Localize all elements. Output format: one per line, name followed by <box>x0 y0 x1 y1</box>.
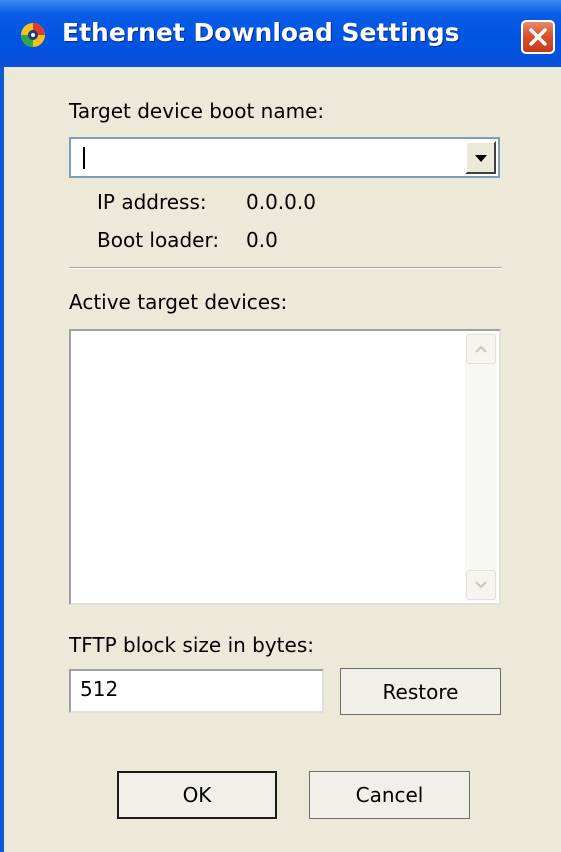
scroll-up-icon <box>475 345 487 353</box>
boot-name-combobox[interactable] <box>69 137 500 178</box>
ip-address-label: IP address: <box>97 190 207 214</box>
close-icon <box>529 28 547 46</box>
cancel-button-label: Cancel <box>355 783 424 807</box>
ok-button[interactable]: OK <box>117 771 277 819</box>
separator <box>69 267 502 269</box>
scroll-down-icon <box>475 581 487 589</box>
scroll-up-button[interactable] <box>466 334 496 364</box>
restore-button-label: Restore <box>382 679 459 704</box>
title-bar[interactable]: Ethernet Download Settings <box>0 0 561 67</box>
text-caret <box>83 147 85 169</box>
restore-button[interactable]: Restore <box>340 668 501 715</box>
combo-dropdown-button[interactable] <box>465 141 496 174</box>
boot-loader-label: Boot loader: <box>97 228 220 252</box>
tftp-block-size-input[interactable]: 512 <box>69 669 324 713</box>
active-devices-list[interactable] <box>69 329 501 605</box>
active-devices-label: Active target devices: <box>69 290 288 314</box>
window-frame-left <box>0 67 4 852</box>
cancel-button[interactable]: Cancel <box>309 771 470 819</box>
scroll-down-button[interactable] <box>466 570 496 600</box>
tftp-block-size-label: TFTP block size in bytes: <box>69 633 314 657</box>
boot-loader-value: 0.0 <box>246 228 278 252</box>
app-icon <box>21 23 45 47</box>
ip-address-value: 0.0.0.0 <box>246 190 316 214</box>
close-button[interactable] <box>521 20 555 54</box>
chevron-down-icon <box>474 154 487 162</box>
boot-name-label: Target device boot name: <box>69 99 325 123</box>
window-title: Ethernet Download Settings <box>62 18 460 47</box>
ok-button-label: OK <box>182 783 212 807</box>
vertical-scrollbar[interactable] <box>465 333 497 601</box>
